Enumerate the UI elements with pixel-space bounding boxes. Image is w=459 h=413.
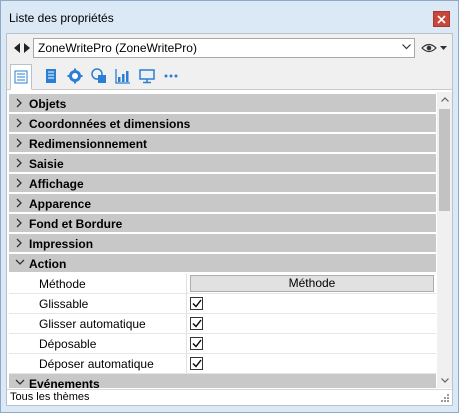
scroll-thumb[interactable] <box>439 109 450 211</box>
column-divider <box>186 294 187 314</box>
chevron-right-icon <box>16 138 22 148</box>
object-select-value: ZoneWritePro (ZoneWritePro) <box>38 41 197 55</box>
checkmark-icon <box>192 299 202 308</box>
next-arrow-icon[interactable] <box>23 43 31 53</box>
category-label: Apparence <box>29 197 92 211</box>
method-button[interactable]: Méthode <box>190 275 434 292</box>
category-label: Coordonnées et dimensions <box>29 117 191 131</box>
property-row-deposer-auto: Déposer automatique <box>9 354 436 374</box>
column-divider <box>186 314 187 334</box>
title-bar[interactable]: Liste des propriétés <box>1 1 458 32</box>
deposable-checkbox[interactable] <box>190 337 203 350</box>
checkmark-icon <box>192 339 202 348</box>
category-row-coordonnees[interactable]: Coordonnées et dimensions <box>9 114 436 133</box>
eye-icon <box>421 43 447 53</box>
chevron-right-icon <box>16 178 22 188</box>
tab-settings[interactable] <box>64 64 86 88</box>
scroll-up-button[interactable] <box>437 92 452 107</box>
category-row-saisie[interactable]: Saisie <box>9 154 436 173</box>
chevron-down-icon <box>15 259 25 265</box>
chevron-right-icon <box>16 198 22 208</box>
category-label: Redimensionnement <box>29 137 148 151</box>
category-row-redimensionnement[interactable]: Redimensionnement <box>9 134 436 153</box>
category-row-apparence[interactable]: Apparence <box>9 194 436 213</box>
category-row-action[interactable]: Action <box>9 254 436 273</box>
glisser-automatique-checkbox[interactable] <box>190 317 203 330</box>
property-row-methode: Méthode Méthode <box>9 274 436 294</box>
column-divider <box>186 354 187 374</box>
property-row-glisser-auto: Glisser automatique <box>9 314 436 334</box>
property-row-deposable: Déposable <box>9 334 436 354</box>
tab-chart[interactable] <box>112 64 134 88</box>
gear-icon <box>67 68 83 84</box>
category-row-objets[interactable]: Objets <box>9 94 436 113</box>
shapes-icon <box>91 68 106 83</box>
chevron-right-icon <box>16 238 22 248</box>
list-icon <box>14 70 28 84</box>
property-panel: ZoneWritePro (ZoneWritePro) Objets Coord… <box>6 33 453 406</box>
window-title: Liste des propriétés <box>9 11 114 25</box>
chevron-right-icon <box>16 118 22 128</box>
category-label: Action <box>29 257 67 271</box>
tab-toolbar <box>7 62 452 90</box>
glissable-checkbox[interactable] <box>190 297 203 310</box>
chart-icon <box>115 69 130 84</box>
tab-document[interactable] <box>40 64 62 88</box>
checkmark-icon <box>192 319 202 328</box>
property-row-glissable: Glissable <box>9 294 436 314</box>
tab-more[interactable] <box>160 64 182 88</box>
category-label: Fond et Bordure <box>29 217 123 231</box>
object-selector-row: ZoneWritePro (ZoneWritePro) <box>7 34 452 62</box>
chevron-down-icon <box>15 379 25 385</box>
status-bar: Tous les thèmes <box>7 389 452 405</box>
monitor-icon <box>139 69 155 84</box>
chevron-down-icon <box>402 44 411 50</box>
property-name: Glissable <box>39 297 89 311</box>
category-label: Evénements <box>29 377 100 388</box>
chevron-right-icon <box>16 98 22 108</box>
checkmark-icon <box>192 359 202 368</box>
chevron-right-icon <box>16 158 22 168</box>
category-row-affichage[interactable]: Affichage <box>9 174 436 193</box>
more-icon <box>164 74 178 78</box>
close-button[interactable] <box>433 11 450 27</box>
chevron-up-icon <box>440 97 449 102</box>
property-name: Déposer automatique <box>39 357 154 371</box>
property-name: Méthode <box>39 277 86 291</box>
property-list-window: Liste des propriétés ZoneWritePro (ZoneW… <box>0 0 459 413</box>
category-label: Saisie <box>29 157 64 171</box>
category-label: Objets <box>29 97 67 111</box>
property-name: Déposable <box>39 337 97 351</box>
view-options-button[interactable] <box>421 40 449 56</box>
tab-display[interactable] <box>136 64 158 88</box>
chevron-right-icon <box>16 218 22 228</box>
document-icon <box>46 69 56 83</box>
previous-arrow-icon[interactable] <box>13 43 21 53</box>
category-row-evenements[interactable]: Evénements <box>9 374 436 388</box>
chevron-down-icon <box>440 378 449 383</box>
category-label: Impression <box>29 237 94 251</box>
category-row-impression[interactable]: Impression <box>9 234 436 253</box>
resize-grip-icon[interactable] <box>440 393 450 403</box>
scroll-down-button[interactable] <box>437 373 452 388</box>
vertical-scrollbar[interactable] <box>437 92 452 388</box>
close-icon <box>437 14 446 24</box>
deposer-automatique-checkbox[interactable] <box>190 357 203 370</box>
status-text: Tous les thèmes <box>10 391 90 403</box>
tab-shapes[interactable] <box>88 64 110 88</box>
category-label: Affichage <box>29 177 84 191</box>
category-row-fond-bordure[interactable]: Fond et Bordure <box>9 214 436 233</box>
property-grid: Objets Coordonnées et dimensions Redimen… <box>7 92 436 388</box>
column-divider <box>186 274 187 294</box>
object-select[interactable]: ZoneWritePro (ZoneWritePro) <box>33 38 415 58</box>
tab-all-properties[interactable] <box>10 64 32 90</box>
column-divider <box>186 334 187 354</box>
property-name: Glisser automatique <box>39 317 146 331</box>
